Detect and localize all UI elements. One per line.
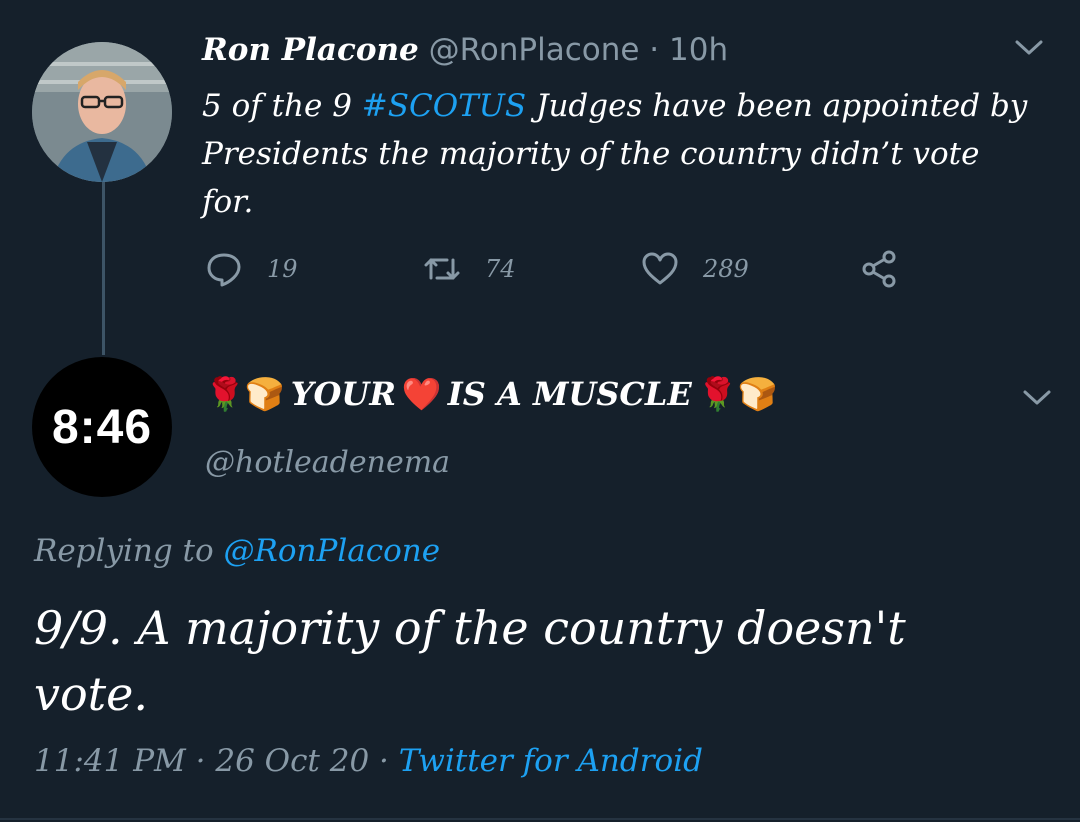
author-handle[interactable]: @RonPlacone (429, 32, 640, 68)
divider (0, 818, 1080, 820)
rose-bread-emojis: 🌹🍞 (205, 375, 285, 413)
tweet-text-part: 5 of the 9 (202, 88, 362, 124)
hashtag-link[interactable]: #SCOTUS (362, 88, 526, 124)
share-icon (862, 250, 896, 288)
replying-to-handle-link[interactable]: @RonPlacone (224, 533, 441, 569)
avatar[interactable] (32, 42, 172, 182)
like-count: 289 (703, 255, 749, 283)
tweet-timestamp: 11:41 PM · 26 Oct 20 · (34, 743, 399, 779)
chevron-down-icon[interactable] (1012, 30, 1046, 64)
author-name-part: IS A MUSCLE (447, 375, 692, 413)
reply-button[interactable]: 19 (205, 250, 298, 288)
avatar[interactable]: 8:46 (32, 357, 172, 497)
retweet-count: 74 (485, 255, 516, 283)
tweet-source-link[interactable]: Twitter for Android (399, 743, 703, 779)
reply-icon (207, 253, 241, 287)
like-button[interactable]: 289 (641, 250, 749, 288)
heart-emoji: ❤️ (401, 375, 442, 413)
heart-icon (642, 252, 678, 285)
tweet-text: 5 of the 9 #SCOTUS Judges have been appo… (202, 82, 1032, 226)
tweet-text: 9/9. A majority of the country doesn't v… (34, 601, 906, 721)
separator-dot: · (649, 32, 660, 68)
replying-to-label: Replying to (34, 533, 214, 569)
thread-connector-line (102, 170, 105, 355)
avatar-text: 8:46 (51, 400, 153, 454)
author-name[interactable]: Ron Placone (202, 32, 419, 68)
retweet-button[interactable]: 74 (423, 250, 516, 288)
tweet-metadata: 11:41 PM · 26 Oct 20 · Twitter for Andro… (34, 743, 703, 779)
replying-to: Replying to @RonPlacone (34, 533, 440, 569)
tweet-time[interactable]: 10h (669, 32, 728, 68)
rose-bread-emojis: 🌹🍞 (697, 375, 778, 413)
reply-count: 19 (267, 255, 298, 283)
tweet-header: Ron Placone @RonPlacone · 10h (202, 32, 728, 68)
retweet-icon (424, 258, 460, 280)
share-button[interactable] (860, 250, 922, 288)
chevron-down-icon[interactable] (1020, 380, 1054, 414)
author-name[interactable]: 🌹🍞 YOUR ❤️ IS A MUSCLE 🌹🍞 (205, 375, 777, 413)
author-name-part: YOUR (290, 375, 396, 413)
author-handle[interactable]: @hotleadenema (205, 445, 450, 480)
